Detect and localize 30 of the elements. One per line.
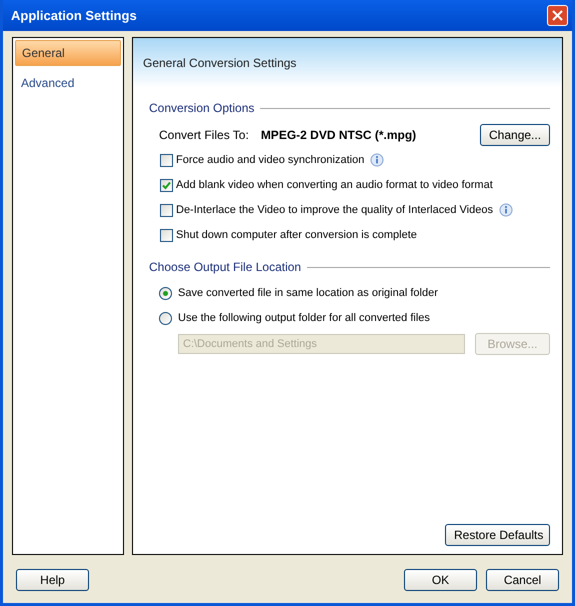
checkbox-label: Force audio and video synchronization [176, 152, 364, 168]
sidebar-item[interactable]: General [15, 40, 121, 66]
info-icon [370, 153, 384, 167]
checkbox[interactable] [160, 204, 173, 216]
sidebar-item[interactable]: Advanced [15, 70, 121, 96]
help-button[interactable]: Help [16, 569, 89, 591]
checkbox[interactable] [160, 178, 173, 192]
radio-label: Save converted file in same location as original folder [178, 286, 438, 301]
cancel-button[interactable]: Cancel [486, 569, 559, 591]
close-button[interactable] [547, 5, 568, 26]
check-icon [162, 180, 171, 190]
convert-format: MPEG-2 DVD NTSC (*.mpg) [260, 127, 416, 144]
radio-button[interactable] [159, 312, 172, 324]
change-button[interactable]: Change... [480, 124, 550, 146]
section-heading: Conversion Options [149, 100, 254, 117]
close-icon [552, 10, 563, 21]
radio-label: Use the following output folder for all converted files [178, 310, 430, 326]
checkbox[interactable] [160, 154, 173, 166]
checkbox-label: Add blank video when converting an audio format to video format [176, 178, 493, 193]
section-heading: Choose Output File Location [149, 259, 302, 276]
ok-button[interactable]: OK [404, 569, 477, 591]
radio-button[interactable] [159, 286, 172, 300]
checkbox[interactable] [160, 228, 173, 242]
window-title: Application Settings [10, 6, 137, 25]
restore-defaults-button[interactable]: Restore Defaults [445, 524, 550, 546]
checkbox-label: Shut down computer after conversion is complete [176, 228, 417, 243]
info-icon [498, 203, 513, 217]
checkbox-label: De-Interlace the Video to improve the quality of Interlaced Videos [176, 202, 493, 218]
panel-title: General Conversion Settings [143, 55, 296, 72]
convert-label: Convert Files To: [159, 127, 249, 144]
